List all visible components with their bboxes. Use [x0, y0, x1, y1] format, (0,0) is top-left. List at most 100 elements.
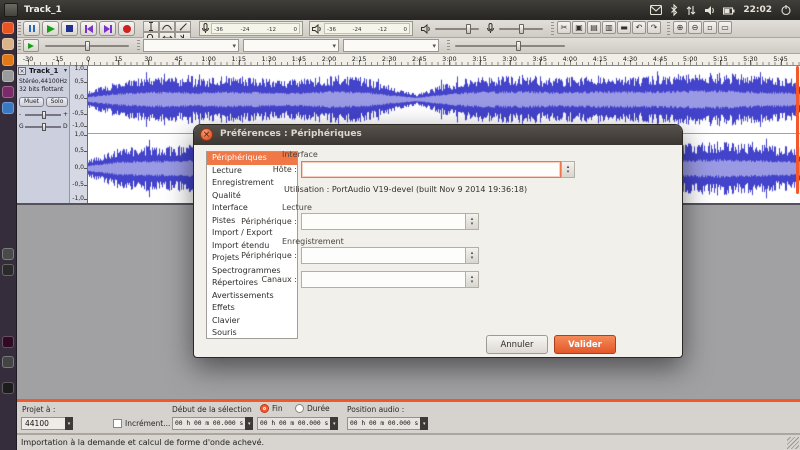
launcher-app-dark2[interactable] [2, 264, 14, 276]
toolbar-grip[interactable] [447, 40, 450, 51]
selection-tool-button[interactable] [143, 21, 159, 32]
launcher-firefox[interactable] [2, 54, 14, 66]
skip-end-button[interactable] [99, 21, 116, 36]
paste-button[interactable]: ▤ [587, 21, 601, 34]
input-volume-slider[interactable] [499, 28, 543, 30]
snap-to-checkbox[interactable] [113, 419, 122, 428]
toolbar-grip[interactable] [18, 22, 21, 35]
toolbar-grip[interactable] [667, 22, 670, 35]
validate-button[interactable]: Valider [554, 335, 616, 354]
skip-start-button[interactable] [80, 21, 97, 36]
volume-icon[interactable] [704, 5, 715, 16]
zoom-out-button[interactable]: ⊖ [688, 21, 702, 34]
cancel-button[interactable]: Annuler [486, 335, 548, 354]
audio-position-timefield[interactable]: 00 h 00 m 00.000 s ▾ [347, 417, 428, 430]
selection-end-timefield[interactable]: 00 h 00 m 00.000 s ▾ [257, 417, 338, 430]
resize-grip[interactable] [787, 437, 799, 449]
output-volume-slider[interactable] [435, 28, 479, 30]
launcher-app-dark1[interactable] [2, 248, 14, 260]
host-dropdown-value[interactable] [301, 161, 561, 178]
spinner-arrows-icon[interactable]: ▴▾ [561, 161, 575, 178]
launcher-music[interactable] [2, 102, 14, 114]
slider-thumb[interactable] [85, 41, 90, 51]
redo-button[interactable]: ↷ [647, 21, 661, 34]
time-value[interactable]: 00 h 00 m 00.000 s [347, 417, 420, 430]
time-value[interactable]: 00 h 00 m 00.000 s [172, 417, 245, 430]
snap-to-checkbox-row[interactable]: Incrément... [113, 419, 170, 428]
slider-thumb[interactable] [519, 24, 524, 34]
channels-value[interactable] [301, 271, 465, 288]
spinner-arrows-icon[interactable]: ▴▾ [465, 247, 479, 264]
channels-dropdown[interactable]: ▴▾ [301, 271, 479, 288]
cut-button[interactable]: ✂ [557, 21, 571, 34]
playback-device-value[interactable] [301, 213, 465, 230]
preferences-category-item[interactable]: Souris [207, 327, 297, 339]
session-power-icon[interactable] [780, 4, 792, 16]
battery-icon[interactable] [723, 5, 735, 16]
track-menu-caret-icon[interactable]: ▾ [64, 67, 67, 74]
radio-duration-button[interactable] [295, 404, 304, 413]
transcription-speed-slider[interactable] [455, 45, 565, 47]
host-device-dropdown[interactable]: ▾ [143, 39, 239, 52]
zoom-fit-project-button[interactable]: ▭ [718, 21, 732, 34]
slider-thumb[interactable] [516, 41, 521, 51]
slider-thumb[interactable] [42, 111, 46, 119]
silence-button[interactable]: ▬ [617, 21, 631, 34]
playback-device-dropdown[interactable]: ▴▾ [301, 213, 479, 230]
preferences-category-item[interactable]: Effets [207, 302, 297, 315]
clock[interactable]: 22:02 [743, 5, 772, 15]
toolbar-grip[interactable] [551, 22, 554, 35]
dialog-titlebar[interactable]: × Préférences : Périphériques [194, 125, 682, 145]
envelope-tool-button[interactable] [159, 21, 175, 32]
trim-button[interactable]: ▥ [602, 21, 616, 34]
gain-slider[interactable] [25, 114, 61, 116]
spinner-arrows-icon[interactable]: ▴▾ [465, 271, 479, 288]
play-at-speed-button[interactable] [23, 39, 39, 52]
play-speed-slider[interactable] [45, 45, 129, 47]
zoom-fit-selection-button[interactable]: ▫ [703, 21, 717, 34]
horizontal-scrollbar[interactable] [17, 399, 800, 402]
input-device-dropdown[interactable]: ▾ [343, 39, 439, 52]
radio-end-button[interactable] [260, 404, 269, 413]
preferences-category-item[interactable]: Avertissements [207, 290, 297, 303]
pan-slider[interactable] [25, 126, 61, 128]
recording-device-dropdown[interactable]: ▴▾ [301, 247, 479, 264]
vertical-ruler[interactable]: 1,00,50,0-0,5-1,01,00,50,0-0,5-1,0 [70, 66, 88, 203]
recording-meter[interactable]: -36-24-120 [199, 21, 303, 36]
undo-button[interactable]: ↶ [632, 21, 646, 34]
dialog-close-button[interactable]: × [200, 128, 213, 141]
spinner-arrows-icon[interactable]: ▴▾ [465, 213, 479, 230]
vertical-scrollbar[interactable] [796, 66, 799, 194]
radio-duration[interactable]: Durée [295, 404, 330, 413]
host-dropdown[interactable]: ▴▾ [301, 161, 575, 178]
project-rate-dropdown[interactable]: 44100 ▾ [21, 417, 73, 430]
output-device-dropdown[interactable]: ▾ [243, 39, 339, 52]
play-button[interactable] [42, 21, 59, 36]
slider-thumb[interactable] [466, 24, 471, 34]
selection-start-timefield[interactable]: 00 h 00 m 00.000 s ▾ [172, 417, 253, 430]
launcher-software[interactable] [2, 86, 14, 98]
mail-icon[interactable] [650, 5, 662, 15]
slider-thumb[interactable] [42, 123, 46, 131]
zoom-in-button[interactable]: ⊕ [673, 21, 687, 34]
network-icon[interactable] [686, 5, 696, 16]
launcher-app-dark4[interactable] [2, 382, 14, 394]
bluetooth-icon[interactable] [670, 4, 678, 16]
stop-button[interactable] [61, 21, 78, 36]
draw-tool-button[interactable] [175, 21, 191, 32]
launcher-settings[interactable] [2, 70, 14, 82]
toolbar-grip[interactable] [137, 40, 140, 51]
solo-button[interactable]: Solo [46, 97, 68, 107]
preferences-category-item[interactable]: Clavier [207, 315, 297, 328]
toolbar-grip[interactable] [18, 40, 21, 51]
record-button[interactable] [118, 21, 135, 36]
launcher-dash-home[interactable] [2, 22, 14, 34]
track-close-button[interactable]: × [18, 67, 26, 75]
playback-meter[interactable]: -36-24-120 [309, 21, 413, 36]
mute-button[interactable]: Muet [19, 97, 44, 107]
timeline-ruler[interactable]: -30-1501530451:001:151:301:452:002:152:3… [17, 54, 800, 66]
pause-button[interactable] [23, 21, 40, 36]
track-name[interactable]: Track_1 [29, 67, 58, 75]
launcher-app-dark3[interactable] [2, 356, 14, 368]
launcher-terminal[interactable] [2, 336, 14, 348]
